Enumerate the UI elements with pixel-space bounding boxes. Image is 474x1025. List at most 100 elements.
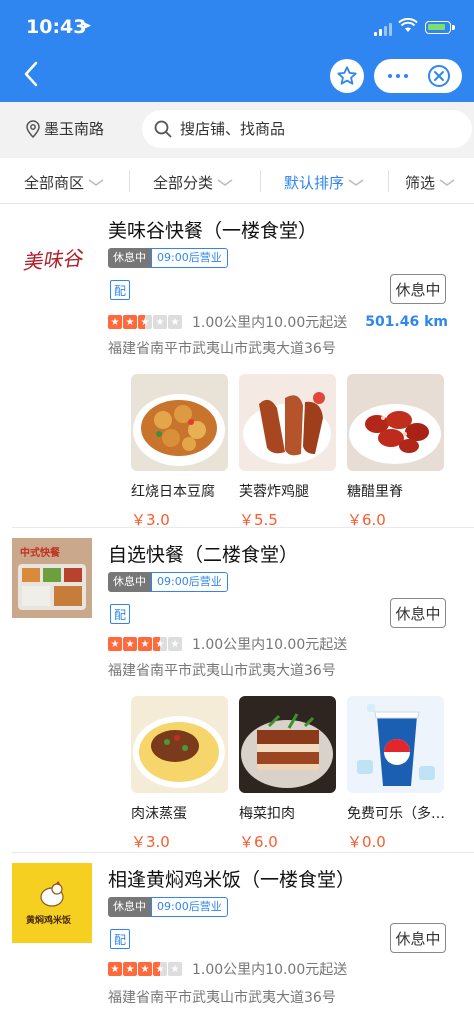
- shop-logo: 中式快餐: [12, 538, 92, 618]
- delivery-tag: 配: [110, 280, 130, 300]
- rating-row: ★ ★ ★ ★ ★ 1.00公里内10.00元起送: [108, 634, 448, 654]
- dish-name: 肉沫蒸蛋: [131, 806, 187, 822]
- filter-divider: [129, 170, 130, 192]
- status-rest-tag: 休息中: [108, 572, 151, 592]
- shop-address: 福建省南平市武夷山市武夷大道36号: [108, 990, 336, 1006]
- favorite-button[interactable]: [330, 59, 364, 93]
- mini-program-capsule: [374, 59, 462, 93]
- filter-divider: [260, 170, 261, 192]
- shop-logo: 黄焖鸡米饭: [12, 863, 92, 943]
- rest-button[interactable]: 休息中: [390, 598, 446, 628]
- dish-name: 梅菜扣肉: [239, 806, 295, 822]
- star-icon: ★: [138, 637, 152, 651]
- shop-address: 福建省南平市武夷山市武夷大道36号: [108, 341, 336, 357]
- dish-image: [131, 374, 228, 471]
- star-icon: ★: [153, 637, 167, 651]
- chevron-down-icon: [217, 178, 233, 186]
- filter-bar: 全部商区 全部分类 默认排序 筛选: [0, 158, 474, 204]
- dish-item[interactable]: 梅菜扣肉 ￥6.0: [239, 696, 339, 852]
- dish-item[interactable]: 免费可乐（多… ￥0.0: [347, 696, 447, 852]
- dish-price: ￥6.0: [239, 833, 278, 851]
- dish-image: [347, 374, 444, 471]
- star-icon: ★: [168, 315, 182, 329]
- chevron-down-icon: [439, 178, 455, 186]
- rest-button[interactable]: 休息中: [390, 274, 446, 304]
- open-time-tag: 09:00后营业: [151, 572, 228, 592]
- star-icon: ★: [123, 315, 137, 329]
- star-icon: ★: [153, 962, 167, 976]
- star-icon: ★: [108, 315, 122, 329]
- top-navigation-bar: 10:43 ➤: [0, 0, 474, 102]
- search-input[interactable]: [180, 120, 440, 138]
- shop-logo-text: 中式快餐: [20, 548, 60, 559]
- dish-image: [239, 696, 336, 793]
- close-circle-icon: [428, 65, 450, 87]
- filter-divider: [388, 170, 389, 192]
- dish-image: [347, 696, 444, 793]
- shop-name: 相逢黄焖鸡米饭（一楼食堂）: [108, 869, 356, 891]
- shop-status-badge: 休息中 09:00后营业: [108, 897, 228, 917]
- filter-sort[interactable]: 默认排序: [284, 172, 364, 193]
- star-icon: ★: [123, 637, 137, 651]
- star-icon: ★: [168, 962, 182, 976]
- star-icon: ★: [138, 962, 152, 976]
- location-label: 墨玉南路: [44, 120, 105, 138]
- rest-button[interactable]: 休息中: [390, 923, 446, 953]
- close-button[interactable]: [424, 61, 454, 91]
- rating-row: ★ ★ ★ ★ ★ 1.00公里内10.00元起送 501.46 km: [108, 312, 448, 332]
- shop-logo-text: 美味谷: [21, 245, 83, 274]
- chevron-down-icon: [348, 178, 364, 186]
- search-icon: [154, 120, 172, 138]
- dish-name: 芙蓉炸鸡腿: [239, 484, 309, 500]
- star-outline-icon: [337, 66, 357, 85]
- map-pin-icon: [26, 119, 40, 138]
- delivery-tag: 配: [110, 604, 130, 624]
- distance: 501.46 km: [365, 314, 448, 330]
- shop-status-badge: 休息中 09:00后营业: [108, 248, 228, 268]
- dish-name: 红烧日本豆腐: [131, 484, 215, 500]
- filter-category[interactable]: 全部分类: [153, 172, 233, 193]
- dish-image: [239, 374, 336, 471]
- cellular-signal-icon: [374, 22, 392, 36]
- filter-category-label: 全部分类: [153, 174, 214, 192]
- shop-status-badge: 休息中 09:00后营业: [108, 572, 228, 592]
- location-selector[interactable]: 墨玉南路: [26, 118, 104, 139]
- star-icon: ★: [108, 637, 122, 651]
- dish-name: 免费可乐（多…: [347, 806, 445, 822]
- shop-name: 美味谷快餐（一楼食堂）: [108, 220, 318, 242]
- back-button[interactable]: [14, 56, 48, 92]
- delivery-info: 1.00公里内10.00元起送: [192, 637, 348, 653]
- open-time-tag: 09:00后营业: [151, 897, 228, 917]
- rating-stars: ★ ★ ★ ★ ★: [108, 637, 182, 651]
- dish-price: ￥3.0: [131, 833, 170, 851]
- shop-name: 自选快餐（二楼食堂）: [108, 544, 299, 566]
- status-time: 10:43: [26, 16, 87, 38]
- rating-stars: ★ ★ ★ ★ ★: [108, 315, 182, 329]
- rating-row: ★ ★ ★ ★ ★ 1.00公里内10.00元起送: [108, 959, 448, 979]
- more-button[interactable]: [374, 59, 422, 93]
- dish-name: 糖醋里脊: [347, 484, 403, 500]
- dish-item[interactable]: 红烧日本豆腐 ￥3.0: [131, 374, 231, 530]
- shop-divider: [12, 852, 474, 853]
- search-box[interactable]: [142, 110, 472, 148]
- dish-item[interactable]: 肉沫蒸蛋 ￥3.0: [131, 696, 231, 852]
- star-icon: ★: [168, 637, 182, 651]
- shop-logo: 美味谷: [12, 218, 92, 298]
- shop-logo-text: 黄焖鸡米饭: [26, 916, 72, 926]
- filter-sort-label: 默认排序: [284, 174, 345, 192]
- dish-item[interactable]: 芙蓉炸鸡腿 ￥5.5: [239, 374, 339, 530]
- chevron-down-icon: [88, 178, 104, 186]
- filter-screen[interactable]: 筛选: [405, 172, 455, 193]
- open-time-tag: 09:00后营业: [151, 248, 228, 268]
- dish-image: [131, 696, 228, 793]
- shop-divider: [12, 527, 474, 528]
- filter-area[interactable]: 全部商区: [24, 172, 104, 193]
- status-bar: 10:43 ➤: [0, 0, 474, 52]
- shop-address: 福建省南平市武夷山市武夷大道36号: [108, 663, 336, 679]
- chevron-left-icon: [24, 61, 38, 87]
- dish-item[interactable]: 糖醋里脊 ￥6.0: [347, 374, 447, 530]
- location-arrow-icon: ➤: [80, 18, 92, 34]
- battery-icon: [425, 21, 455, 34]
- dish-price: ￥0.0: [347, 833, 386, 851]
- delivery-info: 1.00公里内10.00元起送: [192, 315, 348, 331]
